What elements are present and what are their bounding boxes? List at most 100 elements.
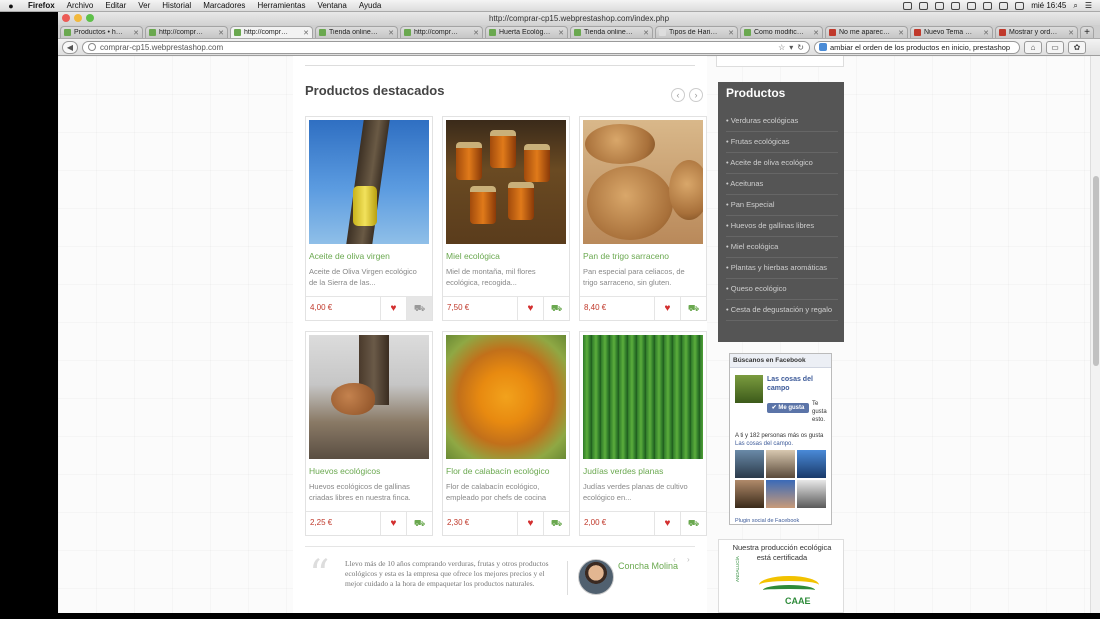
browser-tab[interactable]: Nuevo Tema … ✕ bbox=[910, 26, 993, 38]
menu-ver[interactable]: Ver bbox=[132, 1, 156, 10]
facebook-fan-avatar[interactable] bbox=[797, 480, 826, 508]
facebook-plugin-label[interactable]: Plugin social de Facebook bbox=[735, 518, 799, 524]
search-icon[interactable]: ⌕ bbox=[1073, 1, 1077, 11]
bluetooth-icon[interactable] bbox=[967, 1, 977, 10]
tab-close-icon[interactable]: ✕ bbox=[473, 29, 479, 37]
url-text[interactable]: comprar-cp15.webprestashop.com bbox=[100, 43, 774, 52]
tab-close-icon[interactable]: ✕ bbox=[1068, 29, 1074, 37]
category-item[interactable]: • Pan Especial bbox=[726, 200, 838, 216]
page-scrollbar[interactable] bbox=[1090, 56, 1100, 613]
category-item[interactable]: • Huevos de gallinas libres bbox=[726, 221, 838, 237]
browser-tab[interactable]: Como modific… ✕ bbox=[740, 26, 823, 38]
scrollbar-thumb[interactable] bbox=[1093, 176, 1099, 366]
product-image-green-beans[interactable] bbox=[583, 335, 703, 459]
browser-tab[interactable]: Tienda online… ✕ bbox=[315, 26, 398, 38]
testimonial-next-icon[interactable]: › bbox=[687, 555, 690, 564]
menu-editar[interactable]: Editar bbox=[99, 1, 132, 10]
category-item[interactable]: • Verduras ecológicas bbox=[726, 116, 838, 132]
product-card[interactable]: Judías verdes planas Judías verdes plana… bbox=[579, 331, 707, 536]
new-tab-button[interactable]: + bbox=[1080, 26, 1094, 38]
tab-close-icon[interactable]: ✕ bbox=[218, 29, 224, 37]
category-item[interactable]: • Frutas ecológicas bbox=[726, 137, 838, 153]
product-name[interactable]: Pan de trigo sarraceno bbox=[583, 251, 669, 261]
clock[interactable]: mié 16:45 bbox=[1031, 1, 1066, 10]
category-item[interactable]: • Queso ecológico bbox=[726, 284, 838, 300]
home-button[interactable]: ⌂ bbox=[1024, 40, 1042, 54]
facebook-fan-avatar[interactable] bbox=[797, 450, 826, 478]
browser-tab[interactable]: No me aparec… ✕ bbox=[825, 26, 908, 38]
product-card[interactable]: Pan de trigo sarraceno Pan especial para… bbox=[579, 116, 707, 321]
bookmark-star-icon[interactable]: ☆ bbox=[778, 43, 785, 52]
url-bar[interactable]: comprar-cp15.webprestashop.com ☆ ▾ ↻ bbox=[82, 40, 810, 54]
basket-icon[interactable]: ⛟ bbox=[543, 297, 569, 320]
addon-button[interactable]: ✿ bbox=[1068, 40, 1086, 54]
facebook-page-name[interactable]: Las cosas del campo bbox=[767, 375, 827, 393]
category-item[interactable]: • Miel ecológica bbox=[726, 242, 838, 258]
product-name[interactable]: Aceite de oliva virgen bbox=[309, 251, 390, 261]
facebook-fan-avatar[interactable] bbox=[735, 480, 764, 508]
basket-icon[interactable]: ⛟ bbox=[406, 512, 432, 535]
basket-icon[interactable]: ⛟ bbox=[543, 512, 569, 535]
product-image-hen[interactable] bbox=[309, 335, 429, 459]
product-card[interactable]: Aceite de oliva virgen Aceite de Oliva V… bbox=[305, 116, 433, 321]
battery-icon[interactable] bbox=[1015, 1, 1025, 10]
facebook-like-button[interactable]: ✔ Me gusta bbox=[767, 403, 809, 413]
tab-close-icon[interactable]: ✕ bbox=[303, 29, 309, 37]
heart-icon[interactable]: ♥ bbox=[517, 297, 543, 320]
browser-tab[interactable]: Huerta Ecológ… ✕ bbox=[485, 26, 568, 38]
category-item[interactable]: • Aceitunas bbox=[726, 179, 838, 195]
product-image-honey[interactable] bbox=[446, 120, 566, 244]
browser-tab[interactable]: Productos • h… ✕ bbox=[60, 26, 143, 38]
browser-tab[interactable]: Tipos de Hari… ✕ bbox=[655, 26, 738, 38]
menu-ayuda[interactable]: Ayuda bbox=[353, 1, 388, 10]
tab-close-icon[interactable]: ✕ bbox=[813, 29, 819, 37]
script-icon[interactable] bbox=[919, 1, 929, 10]
reload-icon[interactable]: ↻ bbox=[797, 43, 804, 52]
facebook-fan-avatar[interactable] bbox=[766, 480, 795, 508]
browser-tab[interactable]: http://compr… ✕ bbox=[400, 26, 483, 38]
product-name[interactable]: Judías verdes planas bbox=[583, 466, 663, 476]
dropdown-arrow-icon[interactable]: ▾ bbox=[789, 43, 793, 52]
site-identity-icon[interactable] bbox=[88, 43, 96, 51]
facebook-fan-avatar[interactable] bbox=[735, 450, 764, 478]
product-card[interactable]: Flor de calabacín ecológico Flor de cala… bbox=[442, 331, 570, 536]
product-name[interactable]: Miel ecológica bbox=[446, 251, 500, 261]
basket-icon[interactable]: ⛟ bbox=[680, 297, 706, 320]
basket-icon[interactable]: ⛟ bbox=[680, 512, 706, 535]
menu-archivo[interactable]: Archivo bbox=[61, 1, 100, 10]
back-button[interactable]: ◀ bbox=[62, 40, 78, 54]
zoom-window-icon[interactable] bbox=[86, 14, 94, 22]
testimonial-prev-icon[interactable]: ‹ bbox=[673, 555, 676, 564]
tab-close-icon[interactable]: ✕ bbox=[388, 29, 394, 37]
tab-close-icon[interactable]: ✕ bbox=[898, 29, 904, 37]
close-window-icon[interactable] bbox=[62, 14, 70, 22]
tab-close-icon[interactable]: ✕ bbox=[983, 29, 989, 37]
heart-icon[interactable]: ♥ bbox=[654, 512, 680, 535]
category-item[interactable]: • Cesta de degustación y regalo bbox=[726, 305, 838, 321]
tab-close-icon[interactable]: ✕ bbox=[643, 29, 649, 37]
menu-historial[interactable]: Historial bbox=[156, 1, 197, 10]
heart-icon[interactable]: ♥ bbox=[380, 512, 406, 535]
heart-icon[interactable]: ♥ bbox=[654, 297, 680, 320]
bookmarks-menu-button[interactable]: ▭ bbox=[1046, 40, 1064, 54]
heart-icon[interactable]: ♥ bbox=[517, 512, 543, 535]
menu-ventana[interactable]: Ventana bbox=[311, 1, 352, 10]
dropbox-icon[interactable] bbox=[935, 1, 945, 10]
browser-tab[interactable]: http://compr… ✕ bbox=[230, 26, 313, 38]
category-item[interactable]: • Aceite de oliva ecológico bbox=[726, 158, 838, 174]
volume-icon[interactable] bbox=[999, 1, 1009, 10]
browser-tab[interactable]: Mostrar y ord… ✕ bbox=[995, 26, 1078, 38]
wifi-icon[interactable] bbox=[983, 1, 993, 10]
tab-close-icon[interactable]: ✕ bbox=[728, 29, 734, 37]
time-machine-icon[interactable] bbox=[951, 1, 961, 10]
menu-herramientas[interactable]: Herramientas bbox=[251, 1, 311, 10]
product-image-bread[interactable] bbox=[583, 120, 703, 244]
tab-close-icon[interactable]: ✕ bbox=[133, 29, 139, 37]
product-image-olive-oil[interactable] bbox=[309, 120, 429, 244]
browser-tab[interactable]: http://compr… ✕ bbox=[145, 26, 228, 38]
apple-icon[interactable]: ● bbox=[0, 1, 22, 11]
product-image-zucchini-flower[interactable] bbox=[446, 335, 566, 459]
product-card[interactable]: Huevos ecológicos Huevos ecológicos de g… bbox=[305, 331, 433, 536]
facebook-count-link[interactable]: Las cosas del campo. bbox=[735, 441, 793, 447]
search-text[interactable]: ambiar el orden de los productos en inic… bbox=[830, 43, 1010, 52]
